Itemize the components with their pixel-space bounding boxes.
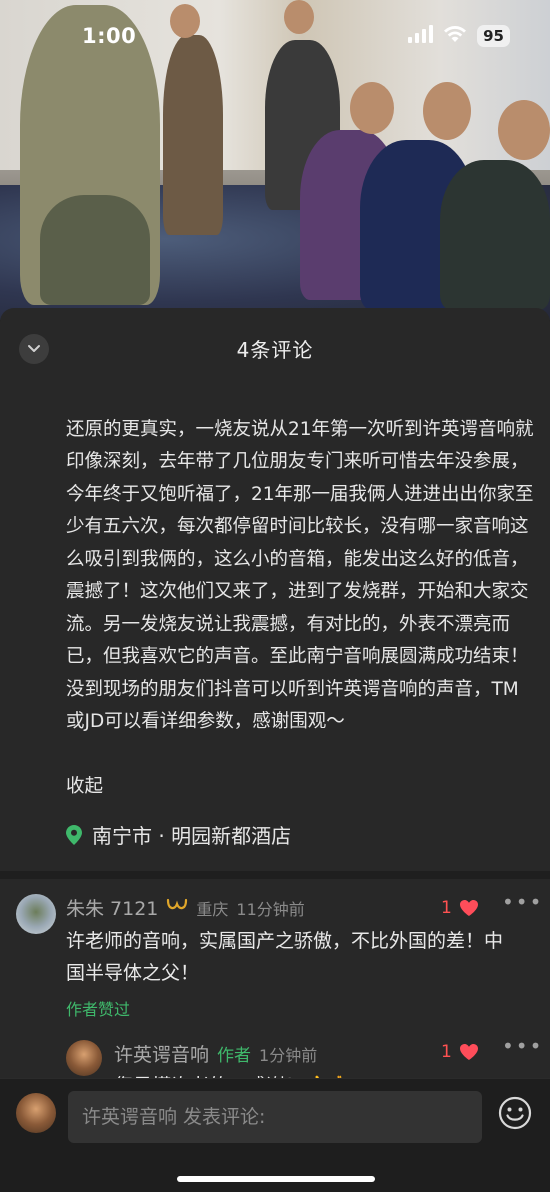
author-liked-label: 作者赞过: [66, 1000, 131, 1019]
signal-icon: [407, 25, 434, 47]
comment-meta: 朱朱 7121 重庆 11分钟前: [66, 894, 305, 921]
chevron-down-icon: [28, 345, 40, 352]
status-bar: 1:00 95: [0, 0, 550, 72]
battery-level: 95: [477, 25, 510, 47]
commenter-name[interactable]: 朱朱 7121: [66, 894, 158, 921]
comment-input[interactable]: [80, 1105, 482, 1129]
home-indicator: [177, 1176, 375, 1182]
avatar[interactable]: [16, 894, 56, 934]
fan-badge-icon: [166, 898, 188, 918]
like-button[interactable]: 1: [441, 898, 479, 918]
post-location[interactable]: 南宁市 · 明园新都酒店: [66, 820, 291, 849]
commenter-region: 重庆: [196, 899, 229, 919]
comment-item: 朱朱 7121 重庆 11分钟前 1 ••• 许老师的音响，实属国产之骄傲，不比…: [0, 886, 550, 1019]
status-icons: 95: [407, 25, 510, 47]
comment-time: 11分钟前: [236, 899, 305, 919]
like-count: 1: [441, 1042, 452, 1062]
comment-input-box[interactable]: [68, 1091, 482, 1143]
heart-icon: [459, 900, 478, 916]
like-button[interactable]: 1: [441, 1042, 479, 1062]
user-avatar: [16, 1093, 56, 1133]
reply-item: 许英谔音响 作者 1分钟前 1 ••• 您是懂许老的，感谢！👍🙏: [0, 1026, 550, 1097]
like-count: 1: [441, 898, 452, 918]
collapse-sheet-button[interactable]: [19, 334, 49, 364]
post-text: 还原的更真实，一烧友说从21年第一次听到许英谔音响就印像深刻，去年带了几位朋友专…: [66, 418, 534, 733]
app-screen: 1:00 95 4条评论 还原的更真实，一烧友说从21年第一次听到许英谔音响就印…: [0, 0, 550, 1192]
comment-more-button[interactable]: •••: [502, 890, 543, 914]
comment-text: 许老师的音响，实属国产之骄傲，不比外国的差！中国半导体之父！: [66, 930, 504, 984]
section-divider: [0, 871, 550, 879]
wifi-icon: [443, 25, 467, 47]
emoji-button[interactable]: [497, 1095, 533, 1131]
comment-count-title: 4条评论: [236, 337, 314, 362]
status-time: 1:00: [82, 24, 137, 48]
comment-sheet: 4条评论 还原的更真实，一烧友说从21年第一次听到许英谔音响就印像深刻，去年带了…: [0, 308, 550, 1192]
commenter-name[interactable]: 许英谔音响: [114, 1040, 209, 1067]
comment-input-bar: [0, 1078, 550, 1192]
author-tag: 作者: [217, 1046, 252, 1066]
comment-time: 1分钟前: [259, 1045, 318, 1065]
comment-more-button[interactable]: •••: [502, 1034, 543, 1058]
comment-meta: 许英谔音响 作者 1分钟前: [114, 1040, 317, 1067]
emoji-icon: [498, 1096, 532, 1130]
collapse-text-link[interactable]: 收起: [66, 776, 103, 797]
sheet-header: 4条评论: [0, 308, 550, 388]
post-body: 还原的更真实，一烧友说从21年第一次听到许英谔音响就印像深刻，去年带了几位朋友专…: [66, 381, 536, 804]
location-pin-icon: [66, 824, 82, 845]
location-label: 南宁市 · 明园新都酒店: [92, 824, 292, 848]
heart-icon: [459, 1044, 478, 1060]
avatar[interactable]: [66, 1040, 102, 1076]
